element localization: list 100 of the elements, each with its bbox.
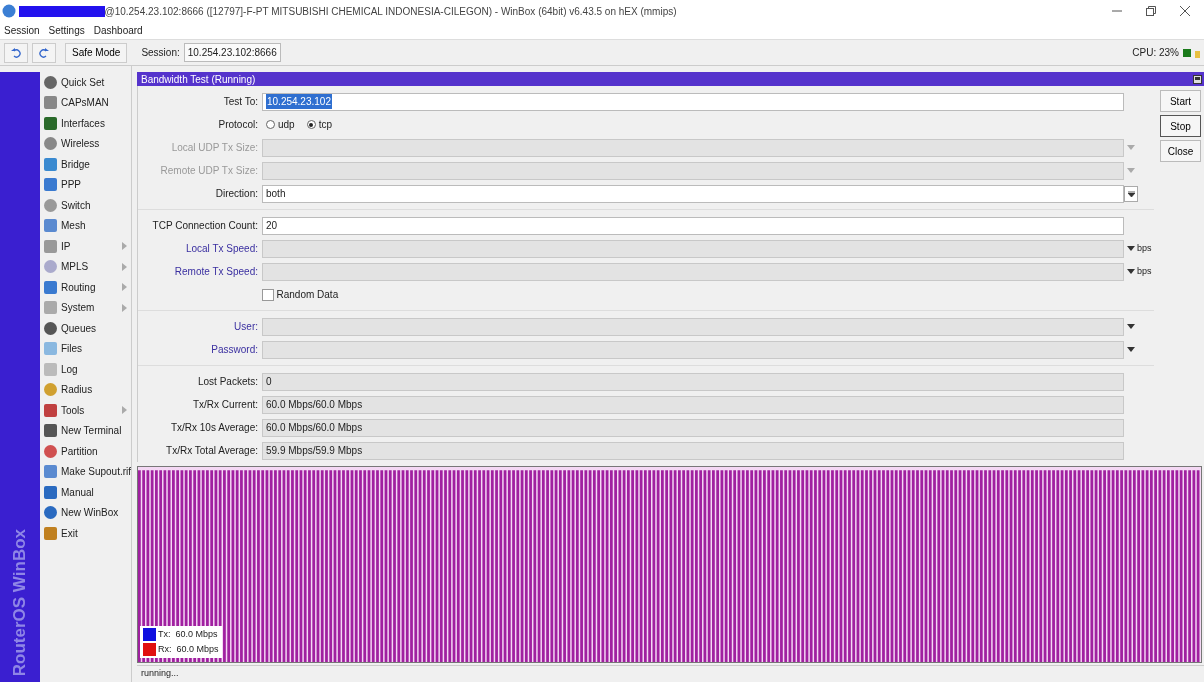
input-field[interactable]: both [262,184,1124,203]
dropdown-arrow-icon[interactable] [1127,269,1135,274]
dialog-button[interactable]: Start [1160,90,1201,112]
menu-item-icon [44,239,57,253]
dialog-button[interactable]: Close [1160,140,1201,162]
undo-icon [11,47,21,58]
dialog-button[interactable]: Stop [1160,115,1201,137]
checkbox-label: Random Data [276,288,339,302]
menu-item-icon [44,301,57,315]
sidebar-item[interactable]: CAPsMAN [40,92,131,113]
field-label: Local UDP Tx Size: [170,141,259,155]
redo-button[interactable] [32,42,56,63]
input-field[interactable] [262,239,1124,258]
sidebar-item[interactable]: MPLS [40,256,131,277]
app-icon [2,4,16,18]
undo-button[interactable] [4,42,28,63]
dropdown-arrow-icon [1127,190,1135,197]
legend-text: Rx: 60.0 Mbps [158,642,219,656]
close-icon[interactable] [1180,6,1190,16]
sidebar-item[interactable]: Quick Set [40,72,131,93]
menu-item-icon [44,383,57,397]
menu-item-icon [44,485,57,499]
field-label: Protocol: [217,118,259,132]
session-label: Session: [141,46,180,60]
dropdown-button[interactable] [1124,185,1138,202]
sidebar-item[interactable]: System [40,297,131,318]
dropdown-arrow-icon[interactable] [1127,246,1135,251]
dialog-title: Bandwidth Test (Running) [141,72,256,87]
radio-option[interactable]: tcp [306,117,333,132]
menu-item-icon [44,506,57,520]
menu-item-icon [44,75,57,89]
sidebar-item[interactable]: PPP [40,174,131,195]
input-field[interactable]: 20 [262,216,1124,235]
sidebar-item[interactable]: Routing [40,277,131,298]
field-label: Remote UDP Tx Size: [159,164,259,178]
input-field[interactable]: 0 [262,372,1124,391]
sidebar-item[interactable]: Queues [40,318,131,339]
brand-text: RouterOS WinBox [9,528,31,676]
field-label: User: [233,320,259,334]
restore-icon[interactable] [1192,74,1202,84]
field-label: Remote Tx Speed: [173,265,259,279]
field-label: Tx/Rx Current: [192,398,259,412]
input-field[interactable]: 60.0 Mbps/60.0 Mbps [262,395,1124,414]
redo-icon [39,47,49,58]
sidebar-item[interactable]: Partition [40,441,131,462]
unit-label: bps [1137,241,1152,255]
menu-item-icon [44,137,57,151]
sidebar-item[interactable]: Wireless [40,133,131,154]
dropdown-arrow-icon[interactable] [1127,347,1135,352]
sidebar-item[interactable]: Interfaces [40,113,131,134]
menu-item-icon [44,424,57,438]
menu-item-icon [44,444,57,458]
dropdown-arrow-icon[interactable] [1127,324,1135,329]
menu-item[interactable]: Dashboard [93,23,143,38]
cpu-reading: CPU: 23% [1132,46,1179,60]
menu-item-icon [44,219,57,233]
field-label: Local Tx Speed: [184,242,259,256]
cpu-indicator-icon [1183,48,1191,57]
maximize-icon[interactable] [1146,6,1156,16]
legend-text: Tx: 60.0 Mbps [158,628,218,641]
sidebar-item[interactable]: Exit [40,523,131,544]
menu-item-icon [44,403,57,417]
input-field[interactable]: 60.0 Mbps/60.0 Mbps [262,418,1124,437]
field-label: Password: [210,343,259,357]
checkbox[interactable] [262,288,274,301]
sidebar-item[interactable]: Make Supout.rif [40,461,131,482]
safe-mode-button[interactable]: Safe Mode [65,42,128,63]
menu-item-icon [44,321,57,335]
sidebar-item[interactable]: New WinBox [40,502,131,523]
sidebar-item[interactable]: Mesh [40,215,131,236]
input-field[interactable] [262,317,1124,336]
sidebar-item[interactable]: New Terminal [40,420,131,441]
field-label: Test To: [222,95,259,109]
menu-item-icon [44,362,57,376]
sidebar-item[interactable]: Files [40,338,131,359]
menu-item-icon [44,116,57,130]
sidebar-item[interactable]: Manual [40,482,131,503]
menu-item-icon [44,157,57,171]
sidebar-item[interactable]: Radius [40,379,131,400]
sidebar-item[interactable]: Log [40,359,131,380]
field-label: TCP Connection Count: [151,219,259,233]
field-label: Tx/Rx 10s Average: [169,421,259,435]
input-field[interactable] [262,340,1124,359]
session-field: 10.254.23.102:8666 [183,43,281,62]
menu-item-icon [44,178,57,192]
sidebar-item[interactable]: IP [40,236,131,257]
sidebar-item[interactable]: Bridge [40,154,131,175]
status-text: running... [141,667,179,681]
input-field[interactable]: 10.254.23.102 [262,92,1124,111]
sidebar-item[interactable]: Switch [40,195,131,216]
input-field[interactable] [262,262,1124,281]
menu-item[interactable]: Session [4,23,40,38]
sidebar-item[interactable]: Tools [40,400,131,421]
menu-item-icon [44,198,57,212]
menu-item-icon [44,465,57,479]
radio-option[interactable]: udp [266,117,295,132]
menu-item[interactable]: Settings [48,23,85,38]
menu-item-icon [44,260,57,274]
window-title: @10.254.23.102:8666 ([12797]-F-PT MITSUBISHI CHEMICAL INDONESIA-CILEGON) - WinBox (64bit) v6.43.5 on hEX (mmips) [104,4,677,19]
input-field[interactable]: 59.9 Mbps/59.9 Mbps [262,441,1124,460]
